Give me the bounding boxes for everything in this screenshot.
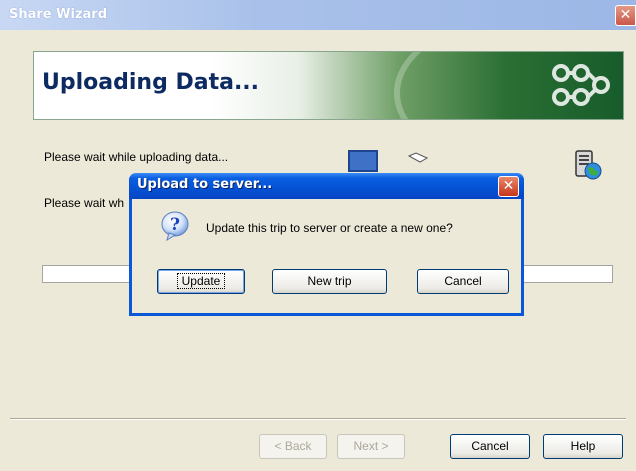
dialog-title: Upload to server... [137, 177, 273, 192]
banner-title: Uploading Data... [42, 70, 260, 95]
button-divider [10, 418, 626, 420]
dialog-body: ? Update this trip to server or create a… [132, 199, 521, 313]
server-globe-icon [575, 150, 602, 180]
next-button-label: Next > [353, 439, 389, 453]
paper-icon [408, 152, 428, 163]
wizard-title: Share Wizard [9, 7, 107, 22]
dialog-titlebar: Upload to server... ✕ [129, 173, 524, 199]
svg-text:?: ? [170, 215, 180, 235]
question-icon: ? [161, 211, 189, 242]
dialog-message: Update this trip to server or create a n… [206, 221, 453, 235]
upload-animation-screen-icon [348, 150, 378, 172]
wizard-close-button[interactable]: ✕ [615, 5, 636, 26]
new-trip-button-label: New trip [307, 274, 352, 288]
next-button[interactable]: Next > [337, 434, 405, 459]
help-button-label: Help [570, 439, 596, 453]
upload-dialog: Upload to server... ✕ ? Update this trip… [129, 173, 524, 316]
share-logo-icon [552, 64, 610, 106]
back-button[interactable]: < Back [259, 434, 327, 459]
wizard-titlebar: Share Wizard ✕ [0, 0, 636, 30]
status-text-1: Please wait while uploading data... [44, 150, 229, 164]
cancel-button-label: Cancel [471, 439, 509, 453]
update-button-label: Update [176, 273, 226, 289]
back-button-label: < Back [274, 439, 312, 453]
status-text-2: Please wait wh [44, 196, 125, 210]
dialog-cancel-button-label: Cancel [444, 274, 482, 288]
wizard-cancel-button[interactable]: Cancel [450, 434, 530, 459]
dialog-close-button[interactable]: ✕ [498, 176, 519, 197]
wizard-banner: Uploading Data... [33, 51, 624, 120]
close-icon: ✕ [502, 178, 515, 194]
new-trip-button[interactable]: New trip [272, 269, 387, 294]
update-button[interactable]: Update [157, 269, 245, 294]
help-button[interactable]: Help [543, 434, 623, 459]
dialog-cancel-button[interactable]: Cancel [417, 269, 509, 294]
close-icon: ✕ [619, 7, 632, 23]
